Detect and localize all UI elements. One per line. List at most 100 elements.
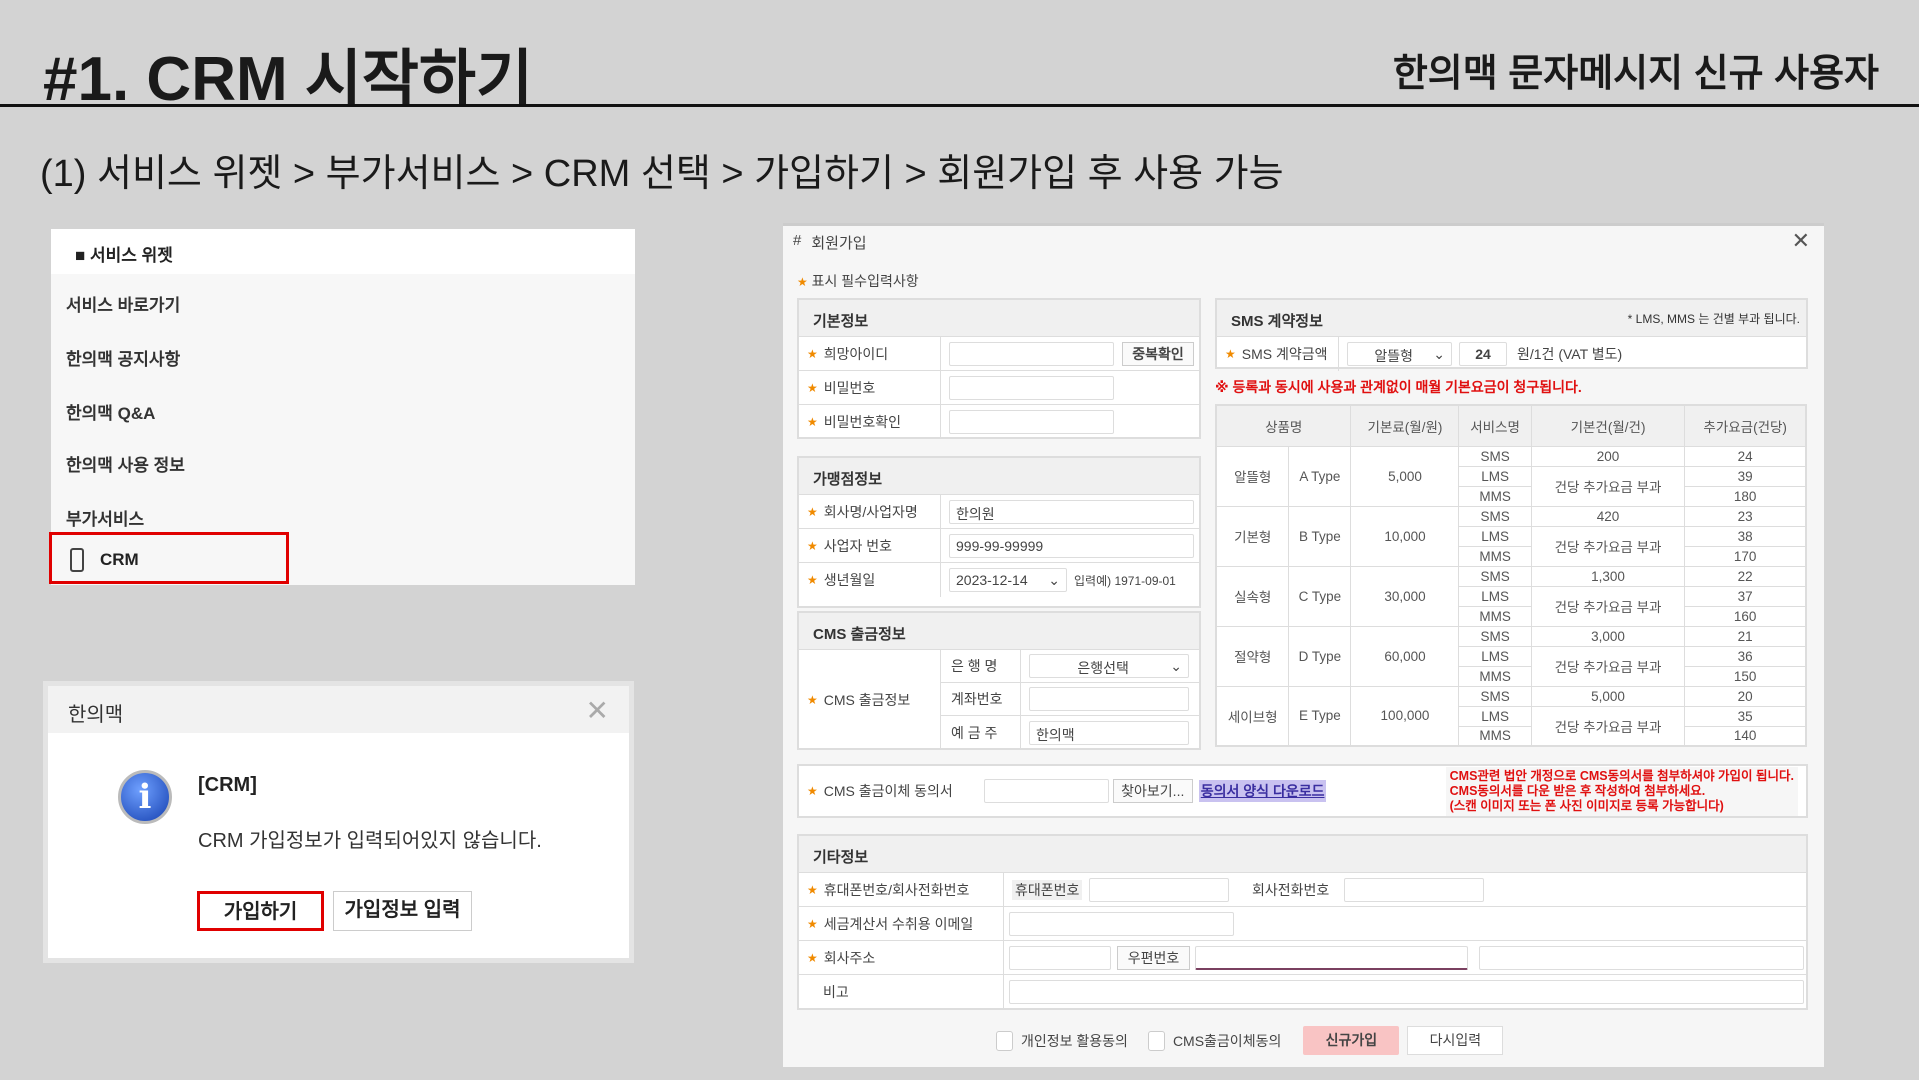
col-header: 서비스명: [1458, 404, 1532, 447]
price-input[interactable]: 24: [1459, 342, 1507, 366]
base-count: 420: [1530, 505, 1686, 527]
cms-agreement-section: ★ CMS 출금이체 동의서 찾아보기... 동의서 양식 다운로드 CMS관련 …: [797, 764, 1808, 818]
sms-contract-section: SMS 계약정보 * LMS, MMS 는 건별 부과 됩니다. ★ SMS 계약금…: [1215, 298, 1808, 371]
agreement-notice: CMS관련 법안 개정으로 CMS동의서를 첨부하셔야 가입이 됩니다. CMS…: [1445, 766, 1798, 816]
agreement-label: CMS 출금이체 동의서: [823, 783, 953, 799]
star-icon: ★: [807, 538, 818, 553]
sms-note: * LMS, MMS 는 건별 부과 됩니다.: [1627, 312, 1800, 326]
duplicate-check-button[interactable]: 중복확인: [1122, 341, 1194, 366]
extra-rate: 160: [1684, 605, 1807, 627]
memo-input[interactable]: [1009, 980, 1804, 1004]
cms-consent-checkbox[interactable]: [1147, 1030, 1165, 1051]
plan-fee: 10,000: [1350, 505, 1460, 567]
password-confirm-input[interactable]: [949, 410, 1114, 434]
company-input[interactable]: 한의원: [949, 499, 1194, 524]
menu-item-addon-services[interactable]: 부가서비스: [66, 505, 144, 530]
holder-input[interactable]: 한의맥: [1029, 720, 1189, 745]
plan-select[interactable]: 알뜰형 ⌄: [1347, 342, 1452, 366]
bank-label: 은 행 명: [941, 650, 1021, 682]
dialog-title: 한의맥: [48, 686, 629, 733]
steps-breadcrumb: (1) 서비스 위젯 > 부가서비스 > CRM 선택 > 가입하기 > 회원가…: [40, 153, 1284, 195]
office-phone-input[interactable]: [1344, 877, 1484, 902]
dialog-message: CRM 가입정보가 입력되어있지 않습니다.: [198, 830, 542, 852]
submit-button[interactable]: 신규가입: [1303, 1026, 1400, 1055]
star-icon: ★: [807, 415, 818, 429]
basic-info-section: 기본정보 ★ 희망아이디 중복확인 ★ 비밀번호 ★ 비밀번호확인: [797, 298, 1201, 439]
plan-name: 기본형: [1215, 505, 1290, 567]
enter-info-button[interactable]: 가입정보 입력: [333, 891, 472, 931]
plan-type: E Type: [1288, 685, 1352, 747]
service-name: LMS: [1458, 525, 1532, 547]
extra-rate: 22: [1684, 565, 1807, 587]
download-form-link[interactable]: 동의서 양식 다운로드: [1198, 780, 1327, 802]
menu-item-notice[interactable]: 한의맥 공지사항: [66, 345, 180, 370]
menu-item-shortcut[interactable]: 서비스 바로가기: [66, 291, 180, 316]
mobile-label: 휴대폰번호: [1012, 879, 1083, 900]
id-label: 희망아이디: [823, 345, 889, 362]
extra-rate: 140: [1684, 725, 1807, 747]
zip-search-button[interactable]: 우편번호: [1117, 945, 1190, 970]
password-input[interactable]: [949, 375, 1114, 400]
close-icon[interactable]: ✕: [586, 694, 609, 727]
form-titlebar: # 회원가입: [793, 232, 867, 253]
business-number-input[interactable]: 999-99-99999: [949, 533, 1194, 558]
address-label: 회사주소: [823, 949, 876, 966]
base-count: 1,300: [1530, 565, 1686, 587]
account-label: 계좌번호: [941, 683, 1021, 715]
service-name: LMS: [1458, 585, 1532, 607]
zip-input[interactable]: [1009, 945, 1111, 970]
phone-label: 휴대폰번호/회사전화번호: [823, 881, 970, 898]
address-input[interactable]: [1195, 945, 1468, 970]
plan-fee: 30,000: [1350, 565, 1460, 627]
plan-type: C Type: [1288, 565, 1352, 627]
dialog-heading: [CRM]: [198, 774, 257, 796]
holder-label: 예 금 주: [941, 716, 1021, 749]
reset-button[interactable]: 다시입력: [1407, 1026, 1504, 1055]
mobile-input[interactable]: [1089, 877, 1229, 902]
service-name: SMS: [1458, 505, 1532, 527]
star-icon: ★: [807, 504, 818, 519]
extra-rate: 24: [1684, 445, 1807, 467]
plan-type: A Type: [1288, 445, 1352, 507]
plan-table: 상품명 기본료(월/원) 서비스명 기본건(월/건) 추가요금(건당) 알뜰형 A…: [1215, 404, 1807, 747]
service-name: MMS: [1458, 605, 1532, 627]
hash-icon: #: [793, 232, 802, 249]
chevron-down-icon: ⌄: [1433, 346, 1445, 362]
service-name: LMS: [1458, 645, 1532, 667]
section-header: SMS 계약정보 * LMS, MMS 는 건별 부과 됩니다.: [1217, 300, 1806, 337]
privacy-checkbox[interactable]: [996, 1030, 1013, 1051]
extra-rate: 36: [1684, 645, 1807, 667]
agreement-file-input[interactable]: [983, 779, 1109, 803]
birthdate-value: 2023-12-14: [956, 572, 1028, 588]
service-name: MMS: [1458, 545, 1532, 567]
col-header: 기본건(월/건): [1530, 404, 1686, 447]
password-label: 비밀번호: [823, 379, 876, 396]
required-note-text: 표시 필수입력사항: [811, 273, 919, 289]
close-icon[interactable]: ✕: [1792, 228, 1810, 254]
account-input[interactable]: [1029, 687, 1189, 711]
address-detail-input[interactable]: [1479, 945, 1804, 970]
plan-row: 세이브형 E Type 100,000 SMS 5,000 20: [1215, 685, 1807, 747]
star-icon: ★: [807, 573, 818, 587]
menu-item-qna[interactable]: 한의맥 Q&A: [66, 399, 155, 424]
menu-item-usage-info[interactable]: 한의맥 사용 정보: [66, 451, 185, 476]
extra-charge-note: 건당 추가요금 부과: [1530, 465, 1686, 507]
notice-line: CMS관련 법안 개정으로 CMS동의서를 첨부하셔야 가입이 됩니다.: [1449, 768, 1794, 783]
section-header: 기본정보: [799, 300, 1199, 337]
base-count: 200: [1530, 445, 1686, 467]
birthdate-select[interactable]: 2023-12-14 ⌄: [949, 568, 1067, 592]
email-input[interactable]: [1009, 911, 1234, 936]
signup-form-window: # 회원가입 ✕ ★ 표시 필수입력사항 기본정보 ★ 희망아이디 중복확인 ★ 비밀번…: [783, 223, 1824, 1067]
join-button[interactable]: 가입하기: [197, 891, 324, 931]
business-number-label: 사업자 번호: [823, 537, 893, 554]
chevron-down-icon: ⌄: [1170, 658, 1182, 674]
star-icon: ★: [807, 916, 818, 931]
star-icon: ★: [1225, 347, 1236, 361]
birthdate-label: 생년월일: [823, 572, 876, 588]
browse-button[interactable]: 찾아보기...: [1112, 779, 1193, 803]
plan-fee: 100,000: [1350, 685, 1460, 747]
bank-select[interactable]: 은행선택 ⌄: [1029, 654, 1189, 678]
etc-info-section: 기타정보 ★ 휴대폰번호/회사전화번호 휴대폰번호 회사전화번호 ★ 세금계산서 수취용…: [797, 834, 1808, 1010]
extra-rate: 21: [1684, 625, 1807, 647]
id-input[interactable]: [949, 341, 1114, 366]
